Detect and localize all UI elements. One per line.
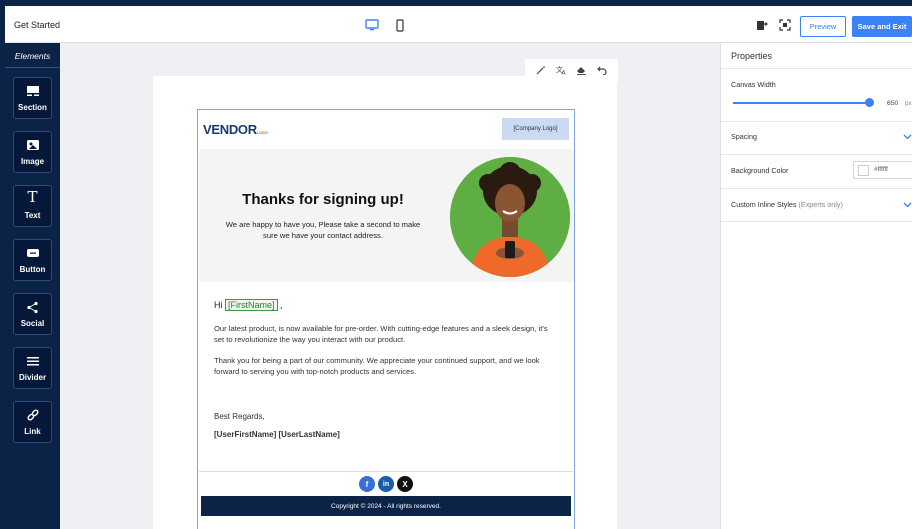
canvas-width-label: Canvas Width xyxy=(731,80,776,89)
properties-divider xyxy=(721,154,912,155)
sidebar-item-label: Image xyxy=(20,157,45,166)
footer-divider xyxy=(199,471,573,472)
share-icon xyxy=(14,299,51,315)
color-swatch[interactable] xyxy=(858,165,869,176)
properties-divider xyxy=(721,121,912,122)
divider-icon xyxy=(14,353,51,369)
magic-wand-icon[interactable] xyxy=(536,62,546,80)
canvas-width-slider-handle[interactable] xyxy=(865,98,874,107)
hero-photo-image[interactable] xyxy=(450,157,570,277)
sidebar-item-image[interactable]: Image xyxy=(13,131,52,173)
sidebar-item-label: Divider xyxy=(18,373,47,382)
undo-icon[interactable] xyxy=(597,62,607,80)
sidebar-divider xyxy=(5,67,60,68)
signature-text: [UserFirstName] [UserLastName] xyxy=(214,430,340,439)
sidebar-item-button[interactable]: Button xyxy=(13,239,52,281)
body-paragraph-1: Our latest product, is now available for… xyxy=(214,324,548,345)
spacing-label[interactable]: Spacing xyxy=(731,132,757,141)
regards-text: Best Regards, xyxy=(214,412,265,421)
linkedin-icon[interactable]: in xyxy=(378,476,394,492)
fullscreen-icon[interactable] xyxy=(778,18,792,32)
sidebar-item-label: Social xyxy=(20,319,45,328)
chevron-down-icon[interactable] xyxy=(902,201,912,209)
email-builder-app: Get Started Preview Save and Exit Elemen… xyxy=(5,6,912,529)
sidebar-item-section[interactable]: Section xyxy=(13,77,52,119)
greeting-prefix: Hi xyxy=(214,300,225,310)
properties-divider xyxy=(721,221,912,222)
sidebar-item-link[interactable]: Link xyxy=(13,401,52,443)
canvas-width-value[interactable]: 650 xyxy=(887,100,898,107)
social-links: f in X xyxy=(198,476,574,494)
custom-styles-note: (Experts only) xyxy=(798,200,843,209)
greeting-line: Hi [FirstName] , xyxy=(214,299,283,311)
hero-banner[interactable]: Thanks for signing up! We are happy to h… xyxy=(199,149,574,282)
properties-divider xyxy=(721,68,912,69)
sidebar-item-label: Section xyxy=(18,103,47,112)
section-icon xyxy=(14,83,51,99)
facebook-icon[interactable]: f xyxy=(359,476,375,492)
sidebar-item-label: Button xyxy=(19,265,46,274)
company-logo-placeholder[interactable]: [Company Logo] xyxy=(502,118,569,140)
vendor-brand-sub: LOGO xyxy=(256,130,268,135)
footer-copyright: Copyright © 2024 - All rights reserved. xyxy=(201,496,571,516)
link-icon xyxy=(14,407,51,423)
greeting-suffix: , xyxy=(277,300,283,310)
canvas-toolbar: 文A xyxy=(525,59,618,83)
elements-heading: Elements xyxy=(14,51,51,61)
email-template[interactable]: VENDORLOGO [Company Logo] Thanks for sig… xyxy=(197,109,575,529)
background-color-label: Background Color xyxy=(731,166,789,175)
properties-panel: Properties Canvas Width 650 px Spacing B… xyxy=(720,43,912,529)
page-title: Get Started xyxy=(14,20,61,30)
button-icon xyxy=(14,245,51,261)
sidebar-item-text[interactable]: T Text xyxy=(13,185,52,227)
chevron-down-icon[interactable] xyxy=(902,133,912,141)
canvas-area: 文A VENDORLOGO [Company Logo] Thanks for … xyxy=(60,43,720,529)
image-icon xyxy=(14,137,51,153)
properties-divider xyxy=(721,188,912,189)
x-twitter-icon[interactable]: X xyxy=(397,476,413,492)
canvas-width-unit: px xyxy=(905,100,912,107)
svg-text:A: A xyxy=(561,70,566,76)
properties-title: Properties xyxy=(731,51,773,61)
body-paragraph-2: Thank you for being a part of our commun… xyxy=(214,356,540,377)
custom-inline-styles-label[interactable]: Custom Inline Styles (Experts only) xyxy=(731,200,843,209)
background-color-value: #ffffff xyxy=(874,166,888,173)
vendor-brand-text: VENDOR xyxy=(203,122,257,137)
translate-icon[interactable]: 文A xyxy=(556,62,567,80)
preview-button[interactable]: Preview xyxy=(800,16,846,37)
sidebar-item-social[interactable]: Social xyxy=(13,293,52,335)
mobile-view-icon[interactable] xyxy=(392,17,408,33)
elements-sidebar: Elements Section Image T Text Button Soc… xyxy=(5,43,60,529)
save-and-exit-button[interactable]: Save and Exit xyxy=(852,16,912,37)
canvas-width-slider[interactable] xyxy=(733,102,869,104)
export-icon[interactable] xyxy=(755,18,769,32)
text-icon: T xyxy=(27,188,38,206)
custom-styles-text: Custom Inline Styles xyxy=(731,200,797,209)
sidebar-item-label: Link xyxy=(24,427,41,436)
hero-text: We are happy to have you, Please take a … xyxy=(225,220,421,241)
sidebar-item-divider[interactable]: Divider xyxy=(13,347,52,389)
eraser-icon[interactable] xyxy=(576,62,587,80)
vendor-logo[interactable]: VENDORLOGO xyxy=(203,122,268,137)
desktop-view-icon[interactable] xyxy=(364,17,380,33)
background-color-input[interactable]: #ffffff xyxy=(853,161,912,179)
top-bar: Get Started Preview Save and Exit xyxy=(5,6,912,43)
sidebar-item-label: Text xyxy=(24,211,41,220)
hero-title: Thanks for signing up! xyxy=(242,191,404,208)
firstname-merge-tag[interactable]: [FirstName] xyxy=(225,299,278,311)
